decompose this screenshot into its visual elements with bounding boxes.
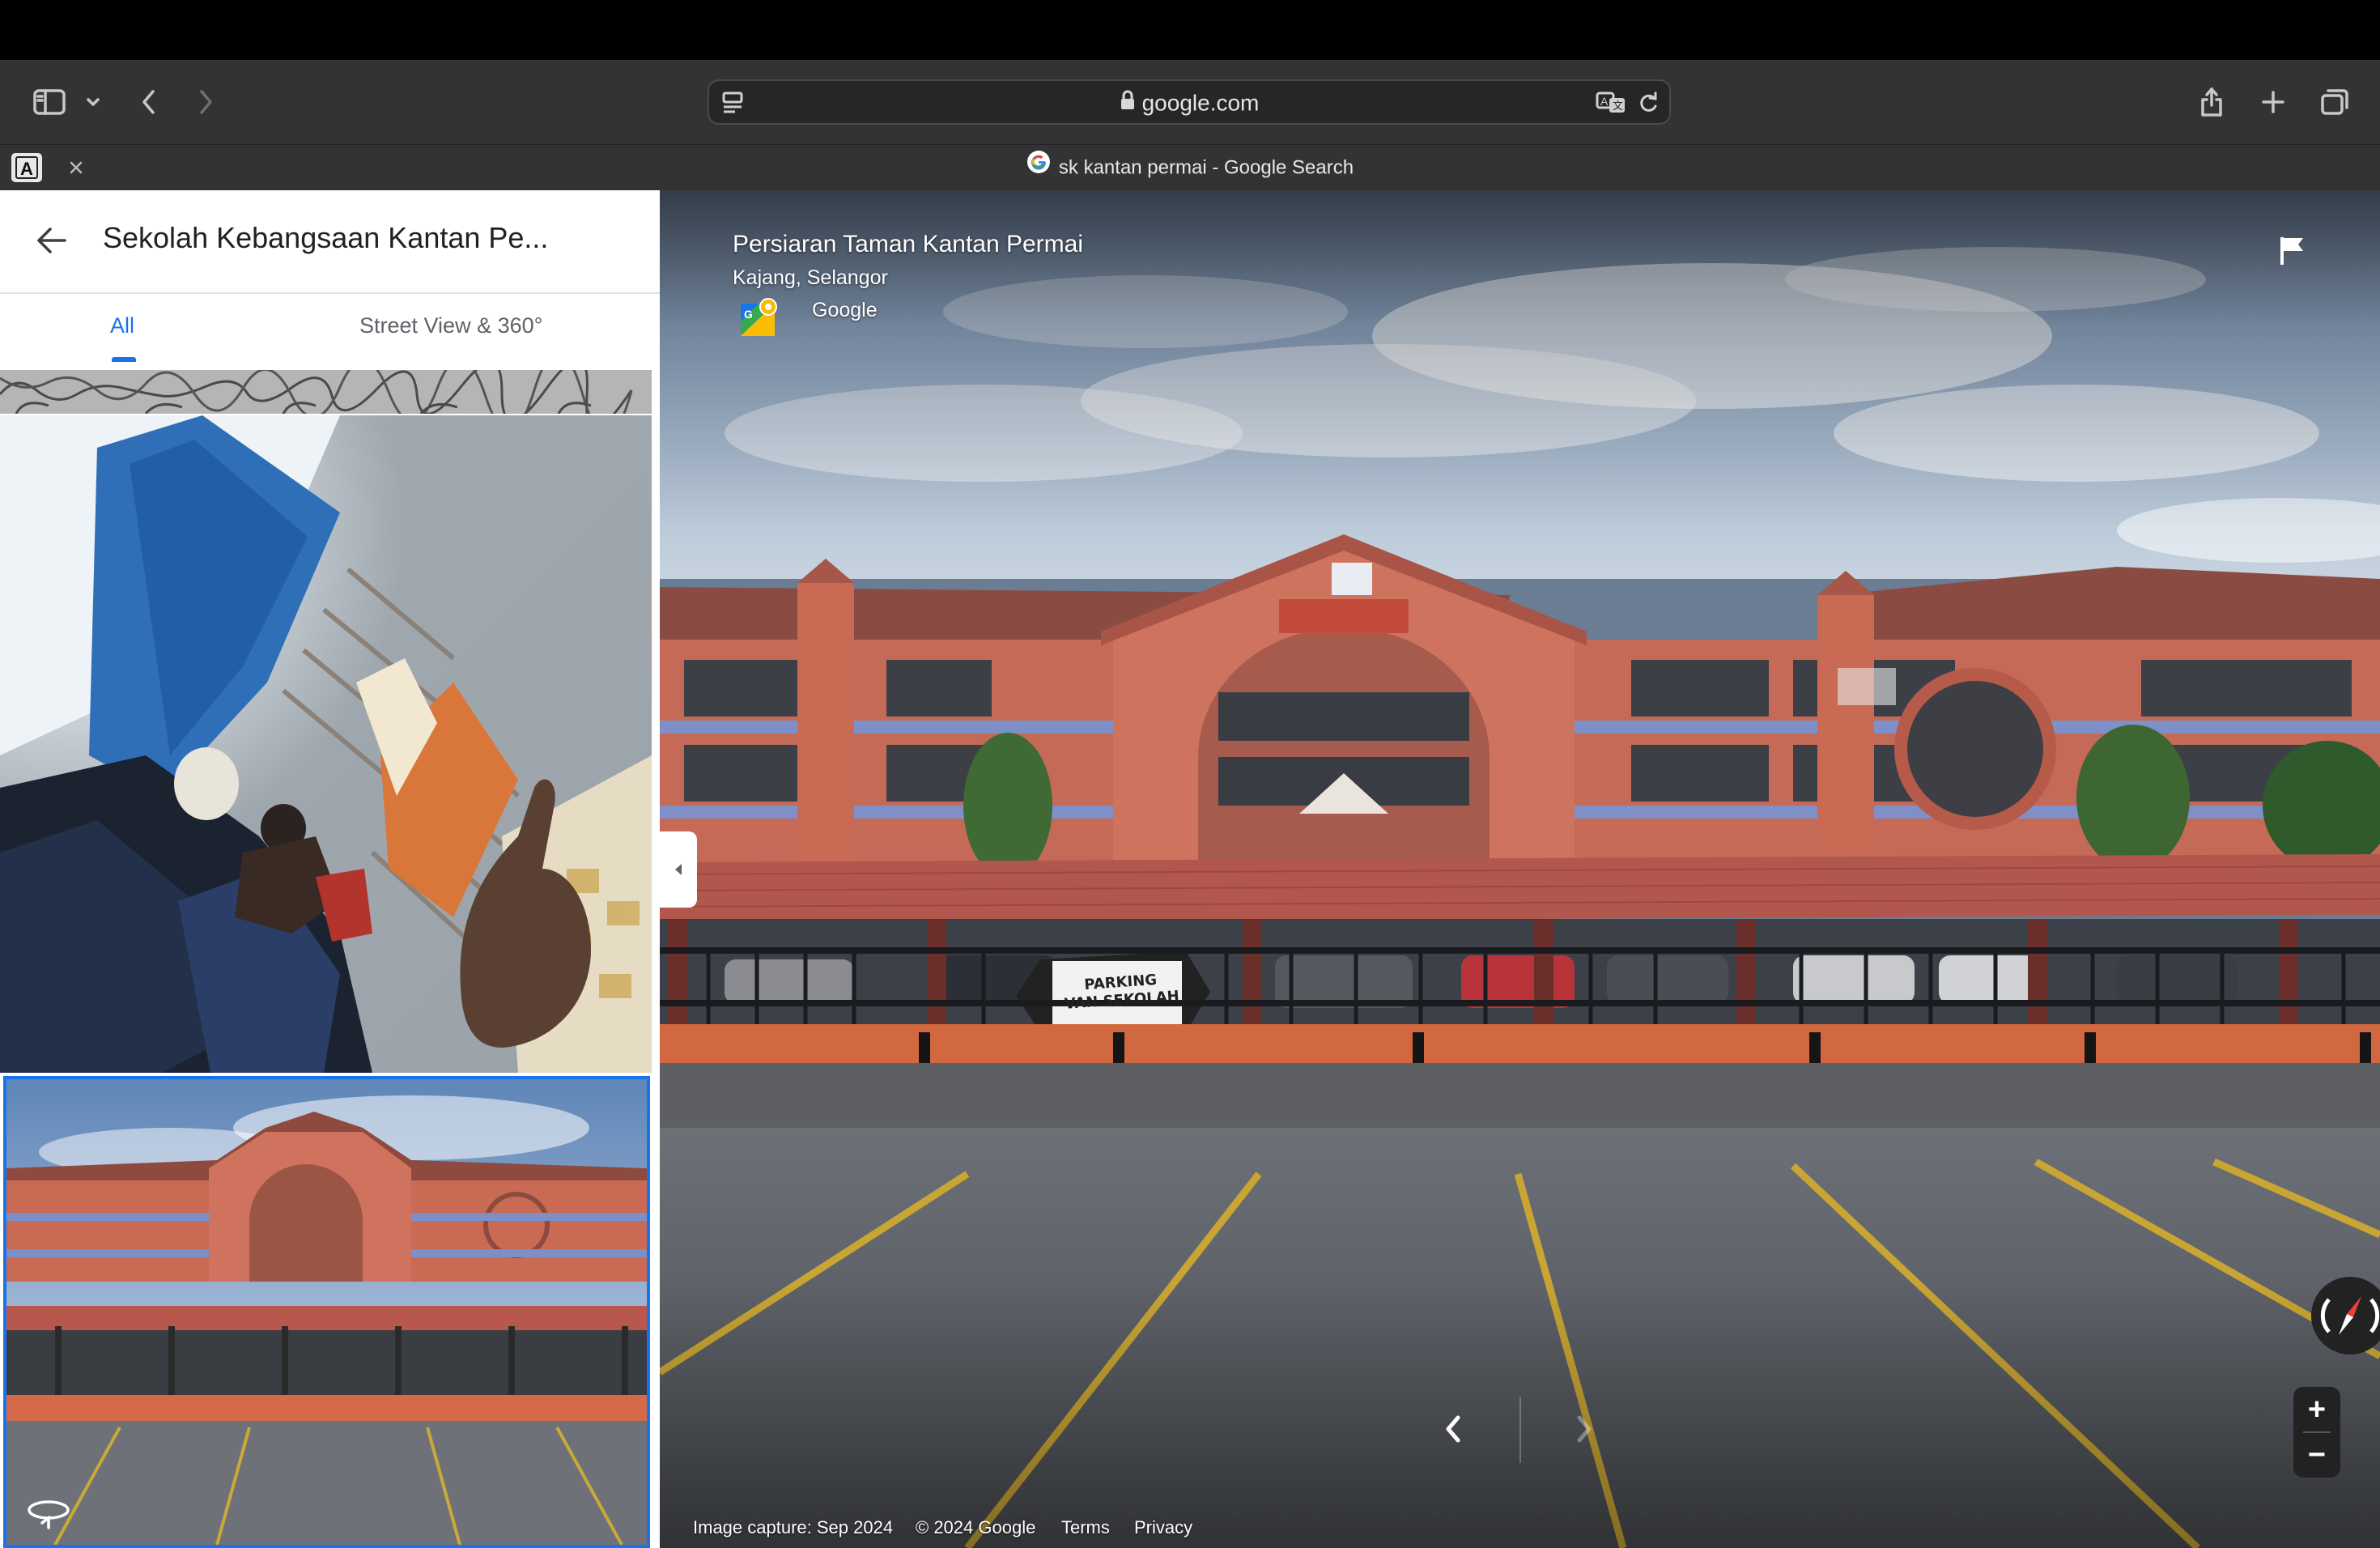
tab-selected-indicator (112, 357, 136, 362)
share-icon[interactable] (2194, 81, 2229, 123)
sidebar-toggle-icon[interactable] (29, 83, 70, 121)
svg-text:文: 文 (1613, 100, 1623, 113)
tab-bar: A sk kantan permai - Google Search (0, 144, 2380, 190)
chevron-down-icon[interactable] (81, 89, 105, 115)
tab-overview-icon[interactable] (2315, 83, 2354, 121)
collapse-panel-button[interactable] (660, 831, 697, 908)
compass-icon[interactable] (2311, 1277, 2380, 1354)
zoom-in-button[interactable]: + (2293, 1387, 2340, 1432)
url-value: google.com (1141, 90, 1260, 116)
copyright: © 2024 Google (916, 1517, 1036, 1537)
previous-image-arrow-icon[interactable] (1433, 1405, 1473, 1453)
attribution-footer: Image capture: Sep 2024 © 2024 Google Te… (660, 1503, 1307, 1548)
forward-arrow-icon[interactable] (189, 83, 222, 121)
nav-divider (1519, 1397, 1521, 1463)
browser-toolbar: google.com A文 (0, 60, 2380, 144)
photo-thumbnail-paving[interactable] (0, 370, 652, 414)
caret-left-icon (675, 864, 682, 875)
photo-tabs: All Street View & 360° (0, 294, 660, 372)
google-favicon-icon (1026, 146, 1051, 191)
menu-bar (0, 0, 2380, 60)
url-text[interactable]: google.com (709, 81, 1669, 123)
back-arrow-icon[interactable] (32, 221, 71, 264)
photos-panel: Sekolah Kebangsaan Kantan Pe... All Stre… (0, 190, 660, 1548)
zoom-out-button[interactable]: − (2293, 1432, 2340, 1478)
photo-thumbnail-classroom[interactable] (0, 415, 652, 1073)
report-flag-icon[interactable] (2277, 234, 2308, 270)
reload-icon[interactable] (1637, 91, 1660, 119)
provider-label: Google (812, 299, 878, 321)
translate-icon[interactable]: A文 (1595, 89, 1627, 119)
place-title: Sekolah Kebangsaan Kantan Pe... (103, 221, 549, 254)
street-view-panorama[interactable]: PARKING VAN SEKOLAH Persiaran Taman Kant… (660, 190, 2380, 1548)
lock-icon (1120, 83, 1136, 125)
zoom-control: + − (2293, 1387, 2340, 1478)
svg-text:G: G (744, 308, 753, 321)
privacy-link[interactable]: Privacy (1134, 1517, 1192, 1538)
active-tab[interactable]: sk kantan permai - Google Search (0, 145, 2380, 190)
tab-title-text: sk kantan permai - Google Search (1058, 156, 1354, 179)
next-image-arrow-icon[interactable] (1564, 1405, 1604, 1453)
locality: Kajang, Selangor (733, 266, 888, 289)
tab-street-view-360[interactable]: Street View & 360° (359, 313, 542, 338)
google-maps-icon: G (739, 297, 780, 338)
image-capture-date: Image capture: Sep 2024 (693, 1517, 894, 1537)
street-name: Persiaran Taman Kantan Permai (733, 231, 1084, 257)
address-bar[interactable]: google.com A文 (708, 79, 1671, 125)
back-arrow-icon[interactable] (133, 83, 165, 121)
tab-all[interactable]: All (110, 313, 134, 338)
panel-header: Sekolah Kebangsaan Kantan Pe... (0, 190, 660, 294)
svg-text:A: A (1600, 95, 1609, 108)
360-view-icon (26, 1497, 71, 1533)
photo-thumbnail-street-view-selected[interactable] (3, 1076, 650, 1548)
new-tab-plus-icon[interactable] (2255, 83, 2291, 121)
terms-link[interactable]: Terms (1061, 1517, 1110, 1538)
